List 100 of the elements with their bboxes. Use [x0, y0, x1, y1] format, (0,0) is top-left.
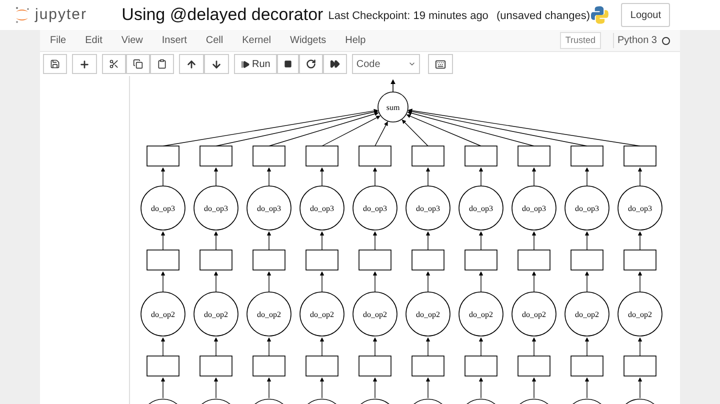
edge-arrow [584, 337, 590, 356]
keyboard-shortcuts-button[interactable] [428, 54, 454, 74]
result-node [146, 146, 180, 166]
data-node [146, 356, 180, 376]
data-node [570, 356, 604, 376]
edge-arrow [266, 377, 272, 398]
data-node [252, 250, 286, 270]
plus-icon [79, 58, 90, 70]
op-node: do_op3 [194, 186, 238, 230]
op-node: do_op3 [140, 186, 186, 230]
edge-arrow [266, 231, 272, 250]
op-node: do_op3 [458, 186, 504, 230]
edge-arrow [214, 337, 218, 356]
edge-arrow [478, 337, 484, 356]
keyboard-icon [435, 58, 446, 70]
clipboard-icon [157, 59, 167, 69]
edge-arrow [426, 231, 430, 250]
edge-arrow [532, 377, 536, 398]
cell-type-dropdown[interactable]: Code [352, 54, 420, 74]
arrow-up-icon [186, 58, 197, 70]
edge-arrow [320, 167, 324, 186]
edge-arrow [214, 271, 218, 292]
edge-arrow [426, 271, 430, 292]
stop-button[interactable] [277, 54, 300, 74]
edge-arrow [372, 337, 378, 356]
kernel-name[interactable]: Python 3 [612, 33, 657, 48]
edge-arrow [638, 231, 642, 250]
menu-item[interactable]: Kernel [242, 33, 272, 48]
op-node: do_op3 [564, 186, 610, 230]
edge-arrow [214, 167, 218, 186]
notebook-title[interactable]: Using @delayed decorator [122, 2, 324, 28]
save-status-text: (unsaved changes) [496, 9, 590, 24]
data-node [518, 250, 550, 270]
edge-arrow [372, 271, 378, 292]
copy-icon [133, 59, 143, 69]
menu-item[interactable]: Insert [162, 33, 187, 48]
edge-arrow [160, 167, 166, 186]
data-node [518, 356, 550, 376]
edge-arrow [320, 271, 324, 292]
save-button[interactable] [43, 54, 67, 74]
menu-item[interactable]: File [50, 33, 66, 48]
step-forward-icon [241, 60, 250, 68]
result-node [518, 146, 550, 166]
data-node [624, 250, 656, 270]
edge-arrow [160, 377, 166, 398]
data-node [358, 356, 392, 376]
fast-forward-button[interactable] [323, 54, 348, 74]
op-node: do_op2 [564, 292, 610, 336]
op-node: do_op3 [352, 186, 398, 230]
data-node [624, 356, 656, 376]
python-logo-icon [590, 5, 610, 25]
op-node: do_op3 [512, 186, 556, 230]
move-down-button[interactable] [204, 54, 229, 74]
data-node [570, 250, 604, 270]
data-node [200, 250, 232, 270]
data-node [412, 250, 444, 270]
edge-arrow [426, 167, 430, 186]
trusted-badge[interactable]: Trusted [560, 32, 601, 50]
data-node [306, 356, 338, 376]
edge-arrow [160, 271, 166, 292]
edge-arrow [160, 337, 166, 356]
edge-arrow [372, 167, 378, 186]
op-node: do_op3 [618, 186, 662, 230]
edge-arrow [532, 167, 536, 186]
op-node: do_op3 [406, 186, 450, 230]
result-node [412, 146, 444, 166]
edge-arrow [478, 377, 484, 398]
edge-arrow [320, 231, 324, 250]
copy-button[interactable] [126, 54, 150, 74]
result-node [252, 146, 286, 166]
menu-item[interactable]: Help [345, 33, 366, 48]
op-node: do_op2 [618, 292, 662, 336]
menu-item[interactable]: Edit [85, 33, 102, 48]
menu-item[interactable]: Cell [206, 33, 224, 48]
result-node [624, 146, 656, 166]
data-node [306, 250, 338, 270]
op-node: do_op2 [140, 292, 186, 336]
data-node [464, 356, 498, 376]
logout-button[interactable]: Logout [621, 3, 670, 27]
edge-arrow [320, 377, 324, 398]
refresh-icon [306, 59, 316, 69]
stop-icon [284, 60, 292, 68]
edge-arrow [478, 167, 484, 186]
op-node: do_op2 [194, 292, 238, 336]
result-node [200, 146, 232, 166]
data-node [252, 356, 286, 376]
edge-arrow [532, 271, 536, 292]
data-node [358, 250, 392, 270]
jupyter-wordmark[interactable]: jupyter [35, 4, 88, 26]
checkpoint-text: Last Checkpoint: 19 minutes ago [328, 9, 488, 24]
edge-arrow [372, 377, 378, 398]
insert-cell-button[interactable] [72, 54, 97, 74]
restart-button[interactable] [299, 54, 324, 74]
menu-item[interactable]: View [121, 33, 143, 48]
run-button[interactable]: Run [234, 54, 278, 74]
menu-item[interactable]: Widgets [290, 33, 326, 48]
move-up-button[interactable] [179, 54, 204, 74]
cut-button[interactable] [102, 54, 126, 74]
op-node: do_op2 [512, 292, 556, 336]
paste-button[interactable] [150, 54, 174, 74]
